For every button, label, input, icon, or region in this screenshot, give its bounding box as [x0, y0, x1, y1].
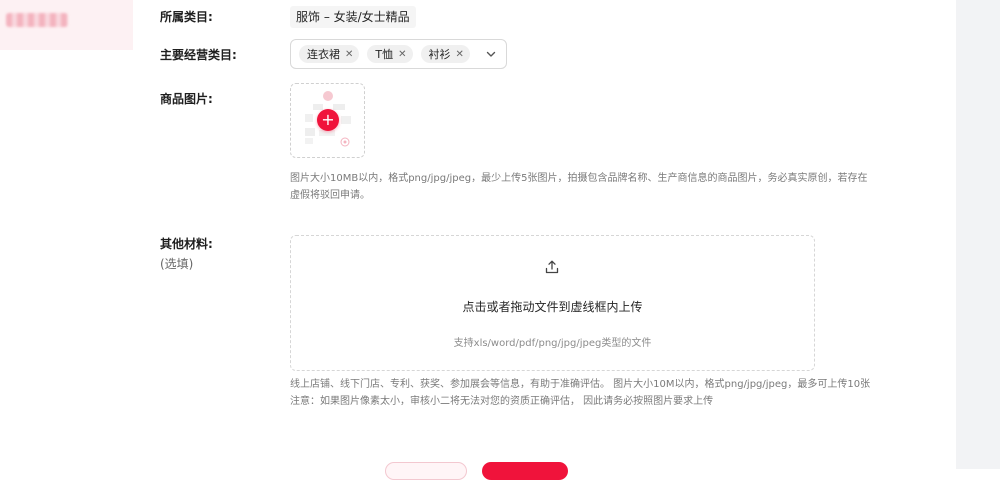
- tag-item: T恤 ✕: [367, 45, 413, 63]
- help-line: 线上店铺、线下门店、专利、获奖、参加展会等信息，有助于准确评估。 图片大小10M…: [290, 379, 871, 390]
- sidebar: [0, 0, 133, 469]
- dropzone-hint: 支持xls/word/pdf/png/jpg/jpeg类型的文件: [453, 338, 652, 349]
- other-materials-help: 线上店铺、线下门店、专利、获奖、参加展会等信息，有助于准确评估。 图片大小10M…: [290, 376, 910, 410]
- tag-label: 衬衫: [428, 48, 451, 61]
- sidebar-item-label-blurred: [6, 13, 68, 27]
- plus-icon[interactable]: +: [317, 109, 339, 131]
- close-icon[interactable]: ✕: [398, 49, 406, 60]
- tag-label: T恤: [375, 48, 394, 61]
- product-images-help: 图片大小10MB以内，格式png/jpg/jpeg，最少上传5张图片，拍摄包含品…: [290, 170, 910, 204]
- close-icon[interactable]: ✕: [456, 49, 464, 60]
- file-dropzone[interactable]: 点击或者拖动文件到虚线框内上传 支持xls/word/pdf/png/jpg/j…: [290, 235, 815, 371]
- form-main: 所属类目: 服饰 – 女装/女士精品 主要经营类目: 连衣裙 ✕ T恤 ✕ 衬衫…: [133, 0, 956, 480]
- product-image-upload[interactable]: +: [290, 83, 365, 158]
- selected-tags: 连衣裙 ✕ T恤 ✕ 衬衫 ✕: [299, 45, 470, 63]
- help-line: 注意：如果图片像素太小，审核小二将无法对您的资质正确评估， 因此请务必按照图片要…: [290, 396, 714, 407]
- tag-label: 连衣裙: [307, 48, 340, 61]
- sidebar-item-active[interactable]: [0, 0, 133, 50]
- main-category-select[interactable]: 连衣裙 ✕ T恤 ✕ 衬衫 ✕: [290, 39, 507, 69]
- help-line: 图片大小10MB以内，格式png/jpg/jpeg，最少上传5张图片，拍摄包含品…: [290, 173, 868, 184]
- tag-item: 连衣裙 ✕: [299, 45, 360, 63]
- close-icon[interactable]: ✕: [345, 49, 353, 60]
- secondary-button[interactable]: [385, 462, 467, 480]
- upload-icon: [545, 260, 559, 274]
- category-label: 所属类目:: [160, 10, 213, 24]
- category-value: 服饰 – 女装/女士精品: [290, 6, 416, 28]
- product-images-label: 商品图片:: [160, 92, 213, 106]
- tag-item: 衬衫 ✕: [420, 45, 470, 63]
- main-category-label: 主要经营类目:: [160, 48, 237, 62]
- right-side-panel: [956, 0, 1000, 469]
- optional-label: (选填): [160, 257, 194, 271]
- help-line: 虚假将驳回申请。: [290, 190, 370, 201]
- dropzone-title: 点击或者拖动文件到虚线框内上传: [462, 300, 643, 314]
- other-materials-label: 其他材料:: [160, 237, 213, 251]
- primary-button[interactable]: [482, 462, 568, 480]
- chevron-down-icon[interactable]: [485, 48, 497, 60]
